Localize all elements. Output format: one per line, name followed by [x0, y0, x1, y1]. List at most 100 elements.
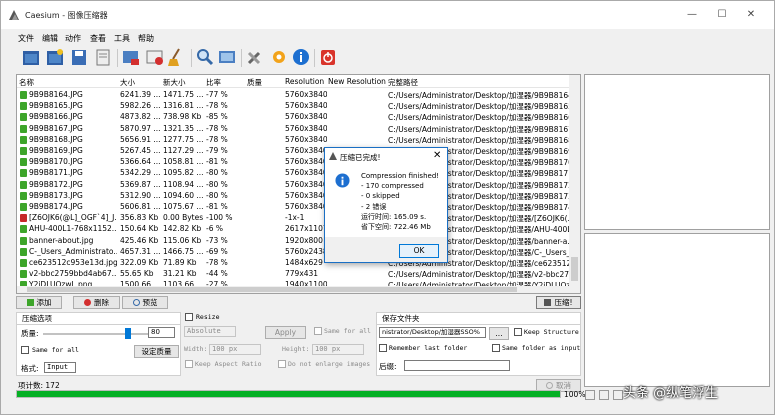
output-folder-input[interactable]: nistrator/Desktop/加湿器SSO% — [379, 327, 486, 338]
cell-name: [Z6OJK6(@L]_OGF`4]_J... — [29, 213, 117, 223]
col-quality[interactable]: 质量 — [247, 77, 262, 88]
table-row[interactable]: 9B9B8174.JPG 5606.81 ... 1075.67 ... -81 % 5… — [17, 201, 570, 212]
success-status-icon — [20, 259, 27, 267]
table-row[interactable]: banner-about.jpg 425.46 Kb 115.06 Kb -73 % 1… — [17, 235, 570, 246]
minimize-icon[interactable]: — — [684, 7, 700, 23]
settings-icon[interactable] — [245, 47, 265, 68]
cell-name: 9B9B8171.JPG — [29, 168, 83, 178]
preview-icon[interactable] — [217, 47, 237, 68]
col-newsize[interactable]: 新大小 — [163, 77, 186, 88]
cell-newsize: 1075.67 ... — [163, 202, 204, 211]
table-row[interactable]: v2-bbc2759bbd4ab67... 55.65 Kb 31.21 Kb -44… — [17, 268, 570, 279]
cell-res: -1x-1 — [285, 213, 305, 223]
cell-size: 6241.39 ... — [120, 90, 161, 99]
format-select[interactable]: Input — [44, 362, 76, 373]
close-icon[interactable]: ✕ — [743, 7, 759, 23]
menu-help[interactable]: 帮助 — [138, 33, 154, 44]
resize-mode-select[interactable]: Absolute — [184, 326, 236, 337]
document-icon[interactable] — [93, 47, 113, 68]
set-quality-button[interactable]: 设定质量 — [134, 345, 179, 358]
menu-file[interactable]: 文件 — [18, 33, 34, 44]
open-folder-icon[interactable] — [21, 47, 41, 68]
table-row[interactable]: 9B9B8166.JPG 4873.82 ... 738.98 Kb -85 % 576… — [17, 111, 570, 122]
preview-button[interactable]: 预览 — [122, 296, 168, 309]
gear-icon[interactable] — [269, 47, 289, 68]
save-icon[interactable] — [69, 47, 89, 68]
menu-action[interactable]: 动作 — [65, 33, 81, 44]
height-input[interactable]: 100 px — [312, 344, 364, 355]
col-new-resolution[interactable]: New Resolution — [328, 77, 386, 86]
cell-newsize: 1316.81 ... — [163, 101, 204, 111]
info-icon[interactable] — [291, 47, 311, 68]
quality-spinbox[interactable]: 80 — [148, 327, 175, 338]
plus-icon — [26, 299, 34, 306]
success-status-icon — [20, 124, 27, 133]
tab-compression[interactable]: 压缩选项 — [16, 312, 181, 324]
remember-last-checkbox[interactable] — [379, 344, 387, 352]
menu-tools[interactable]: 工具 — [114, 33, 130, 44]
table-row[interactable]: 9B9B8173.JPG 5312.90 ... 1094.60 ... -80 % 5… — [17, 190, 570, 201]
same-for-all-checkbox[interactable] — [21, 346, 29, 354]
menu-edit[interactable]: 编辑 — [42, 33, 58, 44]
menu-view[interactable]: 查看 — [90, 33, 106, 44]
col-name[interactable]: 名称 — [19, 77, 34, 88]
cell-newsize: 1095.82 ... — [163, 168, 204, 178]
clear-list-icon[interactable] — [167, 47, 187, 68]
dialog-close-icon[interactable]: ✕ — [433, 150, 441, 161]
table-row[interactable]: 9B9B8169.JPG 5267.45 ... 1127.29 ... -79 % 5… — [17, 145, 570, 156]
remove-image-icon[interactable] — [121, 47, 141, 68]
list-horizontal-scrollbar[interactable] — [17, 286, 570, 293]
remove-button[interactable]: 删除 — [73, 296, 120, 309]
table-row[interactable]: 9B9B8168.JPG 5656.91 ... 1277.75 ... -78 % 5… — [17, 134, 570, 145]
cell-newsize: 1108.94 ... — [163, 179, 204, 189]
table-row[interactable]: [Z6OJK6(@L]_OGF`4]_J... 356.83 Kb 0.00 Byt… — [17, 212, 570, 223]
ok-button[interactable]: OK — [399, 244, 439, 258]
success-status-icon — [20, 147, 27, 155]
keep-aspect-checkbox[interactable] — [185, 360, 193, 368]
add-button[interactable]: 添加 — [16, 296, 62, 309]
same-as-input-checkbox[interactable] — [492, 344, 500, 352]
file-list[interactable]: 名称 大小 新大小 比率 质量 Resolution New Resolutio… — [16, 74, 581, 294]
resize-checkbox[interactable] — [185, 313, 193, 321]
browse-button[interactable]: ... — [489, 327, 509, 340]
resize-panel: Resize Absolute Apply Same for all Width… — [182, 312, 371, 374]
add-folder-icon[interactable] — [45, 47, 65, 68]
search-icon[interactable] — [195, 47, 215, 68]
resize-same-for-all-checkbox[interactable] — [314, 327, 322, 335]
quality-slider-thumb[interactable] — [125, 328, 132, 339]
actual-size-icon[interactable] — [613, 390, 623, 400]
table-row[interactable]: 9B9B8167.JPG 5870.97 ... 1321.35 ... -78 % 5… — [17, 123, 570, 134]
table-row[interactable]: AHU-400L1-768x1152.... 150.64 Kb 142.82 Kb… — [17, 223, 570, 234]
original-preview-pane — [584, 74, 770, 230]
remove-icon — [84, 299, 91, 306]
col-size[interactable]: 大小 — [120, 77, 135, 88]
tab-output-folder[interactable]: 保存文件夹 — [376, 312, 581, 324]
fit-view-icon[interactable] — [585, 390, 595, 400]
table-row[interactable]: ce623512c953e13d.jpg 322.09 Kb 71.89 Kb -78… — [17, 257, 570, 268]
col-resolution[interactable]: Resolution — [285, 77, 324, 86]
table-row[interactable]: C-_Users_Administrato... 4657.31 ... 1466.… — [17, 246, 570, 257]
table-row[interactable]: 9B9B8164.JPG 6241.39 ... 1471.75 ... -77 % 5… — [17, 89, 570, 100]
keep-structure-checkbox[interactable] — [514, 328, 522, 336]
quality-slider-track[interactable] — [43, 333, 148, 335]
zoom-icon[interactable] — [599, 390, 609, 400]
table-row[interactable]: 9B9B8170.JPG 5366.64 ... 1058.81 ... -81 % 5… — [17, 156, 570, 167]
col-ratio[interactable]: 比率 — [206, 77, 221, 88]
table-row[interactable]: 9B9B8165.JPG 5982.26 ... 1316.81 ... -78 % 5… — [17, 100, 570, 111]
table-row[interactable]: 9B9B8172.JPG 5369.87 ... 1108.94 ... -80 % 5… — [17, 179, 570, 190]
cell-res: 5760x3840 — [285, 123, 327, 133]
list-vertical-scrollbar[interactable] — [569, 75, 580, 293]
delete-all-icon[interactable] — [145, 47, 165, 68]
apply-button[interactable]: Apply — [265, 326, 306, 339]
exit-icon[interactable] — [318, 47, 338, 68]
table-row[interactable]: 9B9B8171.JPG 5342.29 ... 1095.82 ... -80 % 5… — [17, 167, 570, 178]
title-bar: Caesium - 图像压缩器 — ☐ ✕ — [1, 1, 774, 29]
width-input[interactable]: 100 px — [209, 344, 261, 355]
no-enlarge-checkbox[interactable] — [278, 360, 286, 368]
maximize-icon[interactable]: ☐ — [714, 7, 730, 23]
main-window: Caesium - 图像压缩器 — ☐ ✕ 文件 编辑 动作 查看 工具 帮助 … — [0, 0, 775, 415]
cell-ratio: -85 % — [206, 112, 228, 122]
compress-button[interactable]: 压缩! — [536, 296, 581, 309]
col-path[interactable]: 完整路径 — [388, 77, 418, 88]
suffix-input[interactable] — [404, 360, 510, 371]
